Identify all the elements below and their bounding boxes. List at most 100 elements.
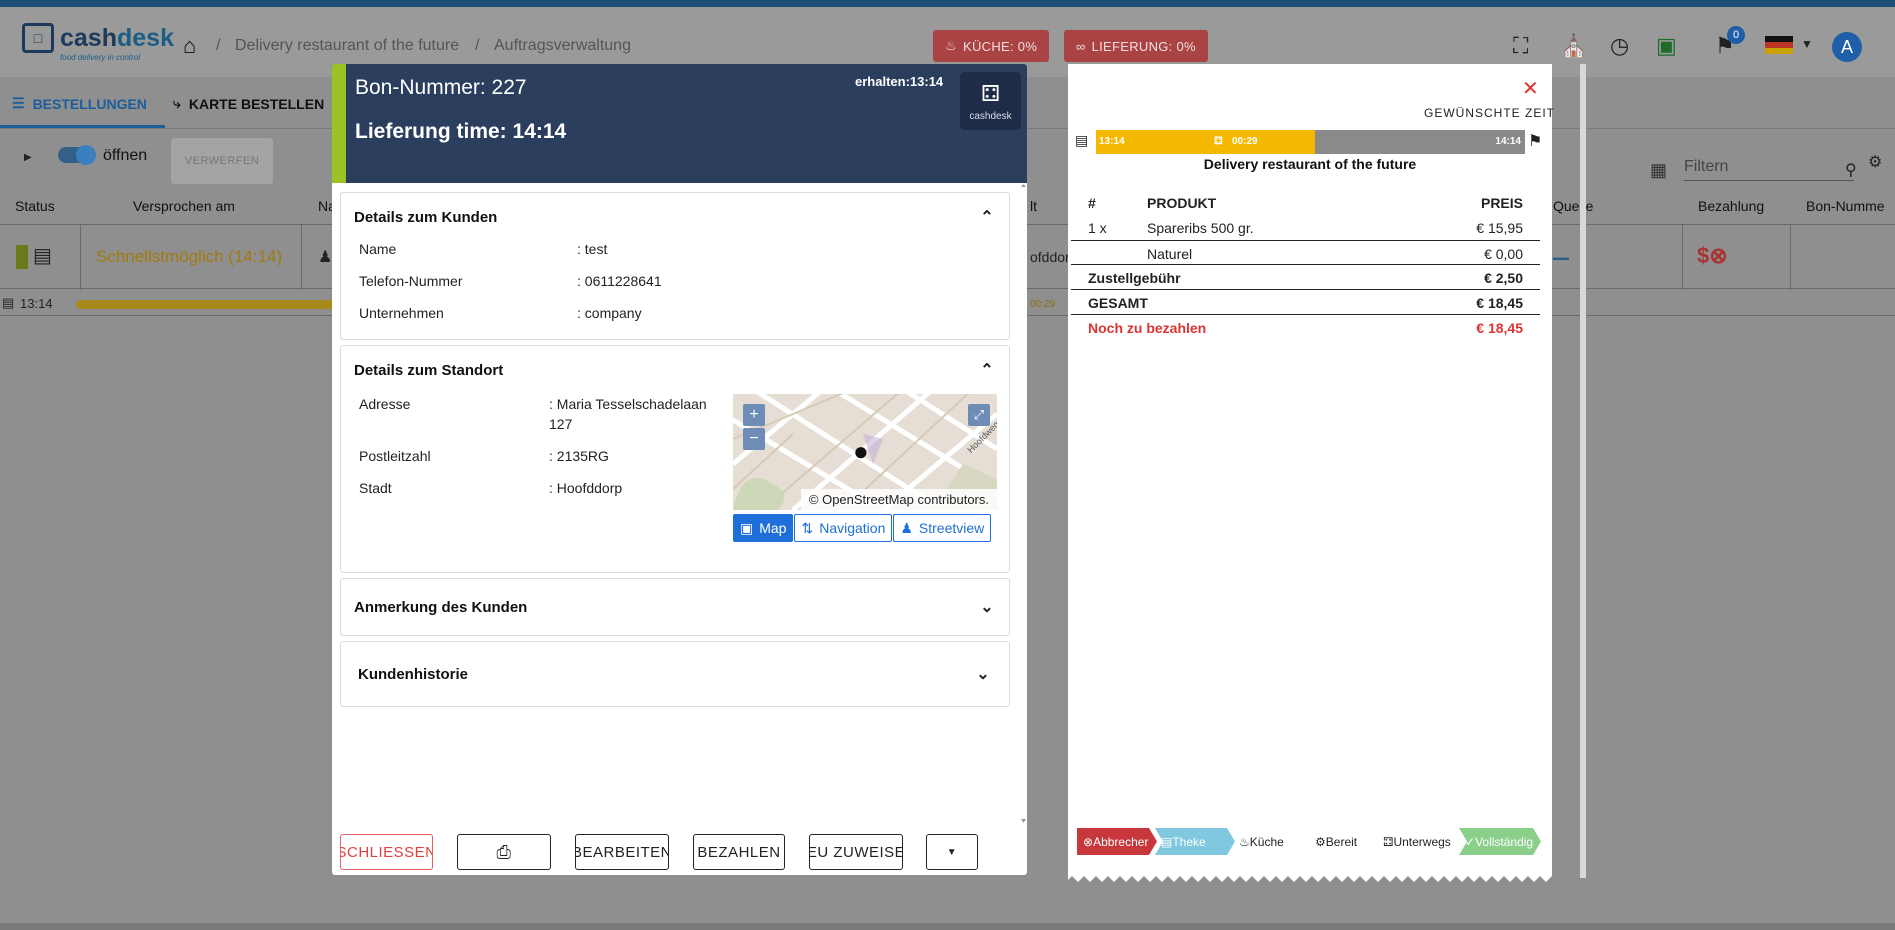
- logo-subtitle: food delivery in control: [60, 53, 141, 62]
- receipt-icon: ▤: [1075, 132, 1089, 148]
- step-on-the-way[interactable]: ⚃ Unterwegs: [1377, 828, 1461, 855]
- notification-badge: 0: [1727, 26, 1745, 44]
- search-icon[interactable]: ⚲: [1845, 160, 1857, 180]
- person-icon: ♟: [318, 249, 333, 266]
- pay-button[interactable]: BEZAHLEN: [693, 834, 785, 870]
- delivery-status-pill[interactable]: ∞ LIEFERUNG: 0%: [1064, 30, 1208, 62]
- chevron-down-icon[interactable]: ⌄: [979, 597, 995, 617]
- assign-button[interactable]: EU ZUWEISE: [809, 834, 903, 870]
- route-icon: ⇅: [801, 519, 814, 536]
- discard-button[interactable]: VERWERFEN: [171, 138, 273, 184]
- customer-history-card: Kundenhistorie ⌄: [340, 641, 1010, 707]
- more-actions-button[interactable]: ▼: [926, 834, 978, 870]
- receipt-small-icon: ▤: [2, 295, 15, 310]
- filter-input[interactable]: Filtern: [1684, 158, 1854, 181]
- receipt-store-name: Delivery restaurant of the future: [1203, 156, 1417, 172]
- kitchen-status-pill[interactable]: ♨ KÜCHE: 0%: [933, 30, 1050, 62]
- delivery-time: Lieferung time: 14:14: [355, 120, 567, 143]
- receipt-panel: [1068, 64, 1552, 870]
- chevron-up-icon[interactable]: ⌃: [979, 360, 995, 380]
- customer-note-card: Anmerkung des Kunden ⌄: [340, 578, 1010, 636]
- clock-icon[interactable]: ◷: [1610, 33, 1629, 59]
- logo-text-b: desk: [116, 23, 174, 52]
- chevron-down-icon[interactable]: ▼: [1801, 37, 1813, 51]
- amount-due-row: Noch zu bezahlen € 18,45: [1088, 320, 1523, 336]
- chef-hat-icon: ♨: [1239, 834, 1250, 849]
- promised-time: Schnellstmöglich (14:14): [96, 247, 283, 266]
- col-status[interactable]: Status: [15, 198, 55, 214]
- open-toggle[interactable]: [58, 145, 96, 165]
- modal-scrollbar[interactable]: [1020, 184, 1027, 824]
- col-promised[interactable]: Versprochen am: [133, 198, 235, 214]
- caret-down-icon: ▼: [946, 846, 958, 858]
- step-cancel[interactable]: ⊗ Abbrecher: [1077, 828, 1157, 855]
- finish-flag-icon: ⚑: [1528, 133, 1543, 150]
- print-button[interactable]: ⎙: [457, 834, 551, 870]
- fullscreen-icon[interactable]: ⛶: [1513, 33, 1528, 59]
- page-scrollbar[interactable]: [1580, 64, 1586, 878]
- step-counter[interactable]: ▤ Theke: [1155, 828, 1235, 855]
- step-kitchen[interactable]: ♨ Küche: [1233, 828, 1311, 855]
- customer-note-header[interactable]: Anmerkung des Kunden ⌄: [341, 579, 1009, 635]
- edit-button[interactable]: BEARBEITEN: [575, 834, 669, 870]
- customer-company-row: Unternehmen: company: [359, 305, 642, 321]
- step-ready[interactable]: ⚙ Bereit: [1309, 828, 1379, 855]
- receipt-timeline: ▤ 13:14 ⚃ 00:29 14:14 ⚑: [1075, 130, 1545, 154]
- chevron-down-icon[interactable]: ⌄: [975, 664, 991, 684]
- zoom-out-button[interactable]: −: [743, 428, 765, 450]
- avatar[interactable]: A: [1832, 32, 1862, 62]
- customer-details-card: Details zum Kunden ⌃ Name: test Telefon-…: [340, 192, 1010, 340]
- receipt-icon: ▤: [1161, 834, 1173, 849]
- location-map[interactable]: + − ⤢ ● Hoofdweg © OpenStreetMap contrib…: [733, 394, 997, 510]
- bike-icon: ⚃: [980, 80, 1001, 106]
- col-payment[interactable]: Bezahlung: [1698, 198, 1764, 214]
- location-details-header[interactable]: Details zum Standort ⌃: [341, 346, 1009, 394]
- caret-right-icon[interactable]: ▶: [24, 152, 32, 163]
- map-attribution[interactable]: © OpenStreetMap contributors.: [800, 489, 997, 510]
- bon-number: Bon-Nummer: 227: [355, 76, 527, 99]
- tab-map-orders[interactable]: ⤷ KARTE BESTELLEN: [173, 95, 324, 112]
- monitor-icon[interactable]: ▣: [1656, 33, 1677, 59]
- order-footer: SCHLIESSEN ⎙ BEARBEITEN BEZAHLEN EU ZUWE…: [332, 832, 1027, 872]
- home-icon[interactable]: ⌂: [183, 33, 196, 59]
- tab-orders[interactable]: ☰ BESTELLUNGEN: [12, 95, 147, 112]
- customer-details-header[interactable]: Details zum Kunden ⌃: [341, 193, 1009, 241]
- german-flag-icon[interactable]: [1765, 36, 1793, 54]
- location-details-card: Details zum Standort ⌃ Adresse: Maria Te…: [340, 345, 1010, 573]
- expand-icon[interactable]: ⤢: [968, 404, 990, 426]
- row-progress-label: 00:29: [1030, 299, 1056, 310]
- chef-hat-icon: ♨: [945, 38, 957, 53]
- cashdesk-logo[interactable]: □ cashdesk food delivery in control: [22, 23, 174, 62]
- customer-history-header[interactable]: Kundenhistorie ⌄: [341, 642, 1009, 706]
- bike-icon: ⚃: [1383, 834, 1394, 849]
- receipt-table: # PRODUKT PREIS 1 x Spareribs 500 gr. € …: [1071, 190, 1540, 340]
- map-icon: ▣: [740, 519, 754, 536]
- received-time: erhalten:13:14: [855, 74, 944, 89]
- horizontal-scrollbar[interactable]: [0, 923, 1895, 930]
- chevron-up-icon[interactable]: ⌃: [979, 207, 995, 227]
- store-icon[interactable]: ⛪: [1560, 33, 1587, 59]
- streetview-button[interactable]: ♟ Streetview: [893, 514, 992, 542]
- col-address[interactable]: lt: [1030, 198, 1037, 214]
- navigation-button[interactable]: ⇅ Navigation: [794, 514, 893, 542]
- streetview-icon: ♟: [900, 519, 913, 536]
- breadcrumb-restaurant[interactable]: Delivery restaurant of the future: [235, 37, 459, 55]
- order-modal: Bon-Nummer: 227 Lieferung time: 14:14 er…: [332, 64, 1027, 875]
- map-button[interactable]: ▣ Map: [733, 514, 794, 542]
- receipt-icon: ▤: [33, 245, 52, 267]
- map-mode-buttons: ▣ Map ⇅ Navigation ♟ Streetview: [733, 514, 992, 542]
- close-icon[interactable]: ✕: [1522, 76, 1539, 101]
- source-logo: ▬▬: [1553, 253, 1569, 262]
- list-icon: ☰: [12, 95, 25, 111]
- calendar-icon[interactable]: ▦: [1650, 160, 1667, 181]
- step-complete[interactable]: ✓ Vollständig: [1459, 828, 1541, 855]
- col-source[interactable]: Quelle: [1553, 198, 1593, 214]
- zoom-in-button[interactable]: +: [743, 404, 765, 426]
- customer-phone-row: Telefon-Nummer: 0611228641: [359, 273, 662, 289]
- col-bon-number[interactable]: Bon-Numme: [1806, 198, 1885, 214]
- printer-icon: ⎙: [496, 841, 512, 862]
- gear-icon[interactable]: ⚙: [1868, 152, 1882, 172]
- breadcrumb-order-management: Auftragsverwaltung: [494, 37, 631, 54]
- close-button[interactable]: SCHLIESSEN: [340, 834, 433, 870]
- order-status-steps: ⊗ Abbrecher ▤ Theke ♨ Küche ⚙ Bereit ⚃ Unterw…: [1077, 828, 1539, 855]
